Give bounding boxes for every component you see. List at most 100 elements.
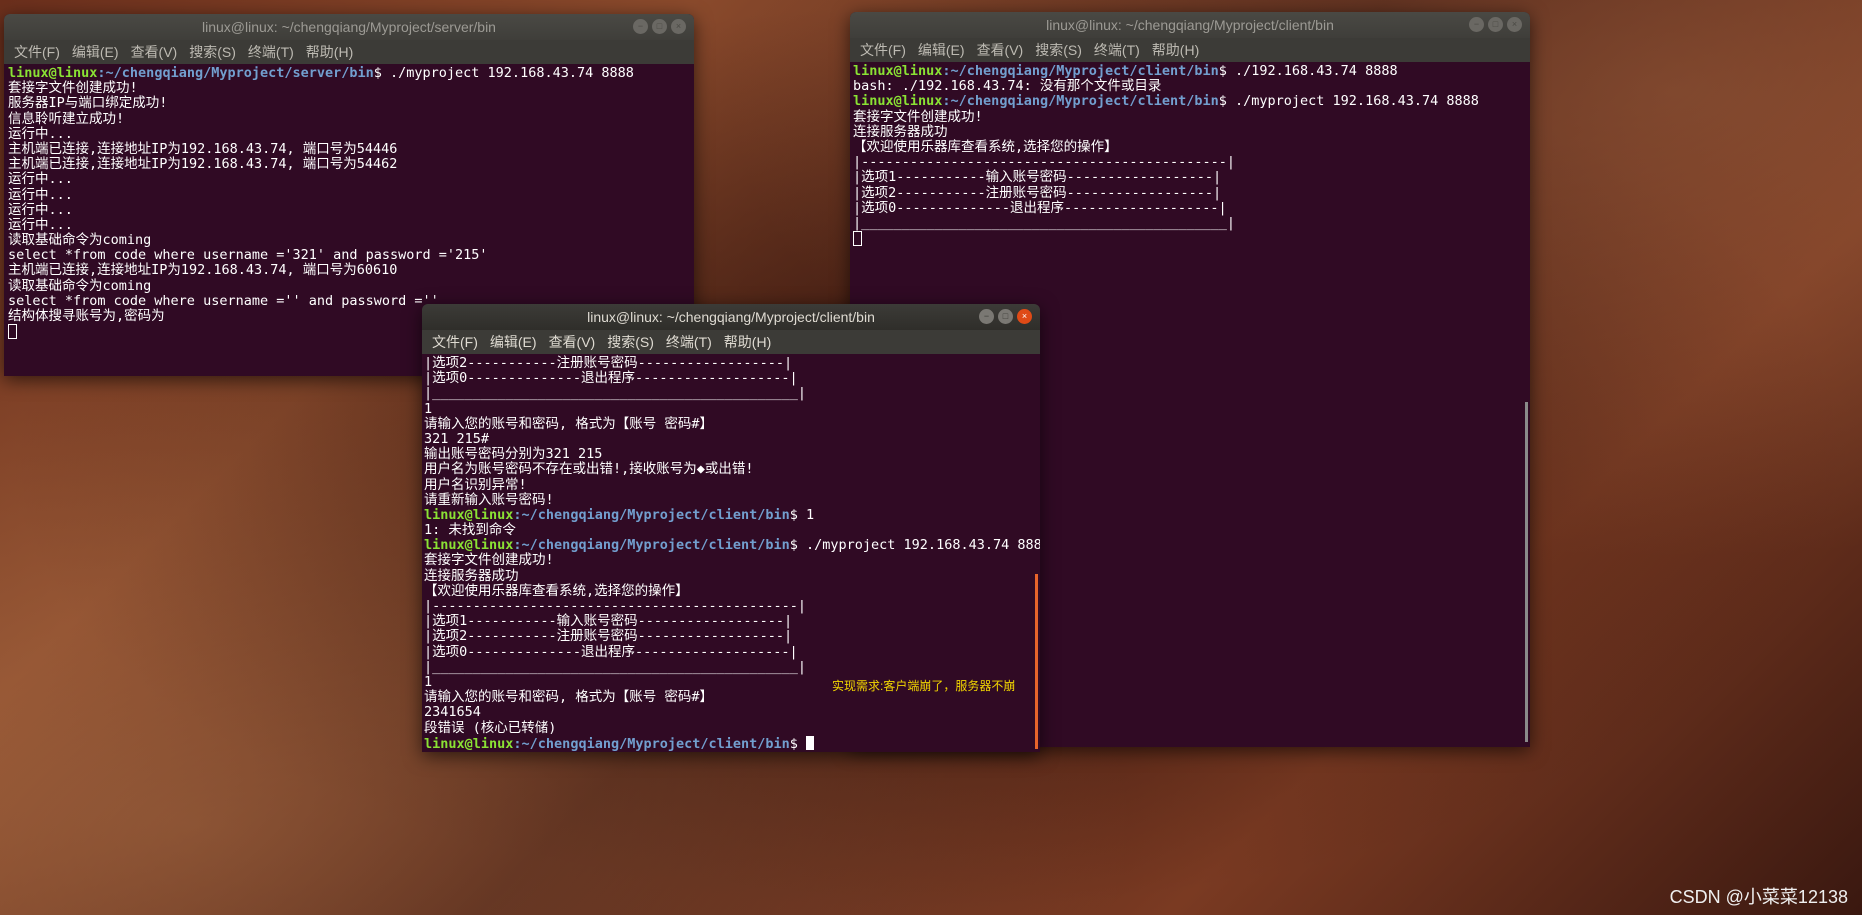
prompt-path: ~/chengqiang/Myproject/client/bin xyxy=(950,63,1219,79)
output-line: 运行中... xyxy=(8,125,73,142)
prompt-user: linux@linux xyxy=(853,93,943,110)
output-line: |选项2-----------注册账号密码------------------| xyxy=(424,355,793,371)
output-line: 【欢迎使用乐器库查看系统,选择您的操作】 xyxy=(424,582,689,599)
menu-terminal[interactable]: 终端(T) xyxy=(1088,40,1146,60)
prompt-line: linux@linux:~/chengqiang/Myproject/clien… xyxy=(853,63,1530,79)
menu-terminal[interactable]: 终端(T) xyxy=(242,42,300,62)
maximize-icon[interactable]: □ xyxy=(1488,17,1503,32)
output-line: 运行中... xyxy=(8,201,73,218)
minimize-icon[interactable]: − xyxy=(979,309,994,324)
menu-help[interactable]: 帮助(H) xyxy=(1146,40,1205,60)
menu-view[interactable]: 查看(V) xyxy=(543,332,602,352)
menu-file[interactable]: 文件(F) xyxy=(8,42,66,62)
minimize-icon[interactable]: − xyxy=(1469,17,1484,32)
output-line: |---------------------------------------… xyxy=(424,598,807,614)
output-line: 321 215# xyxy=(424,430,490,447)
close-icon[interactable]: × xyxy=(1017,309,1032,324)
prompt-user: linux@linux xyxy=(424,506,514,523)
prompt-separator: : xyxy=(942,93,951,110)
prompt-separator: : xyxy=(513,735,522,752)
prompt-user: linux@linux xyxy=(424,735,514,752)
maximize-icon[interactable]: □ xyxy=(998,309,1013,324)
server-titlebar[interactable]: linux@linux: ~/chengqiang/Myproject/serv… xyxy=(4,14,694,40)
prompt-line: linux@linux:~/chengqiang/Myproject/clien… xyxy=(424,735,1040,752)
prompt-separator: : xyxy=(97,65,106,81)
output-line: 用户名识别异常! xyxy=(424,476,527,493)
output-line: |_______________________________________… xyxy=(424,385,807,402)
prompt-command: $ xyxy=(789,735,807,752)
menu-search[interactable]: 搜索(S) xyxy=(601,332,660,352)
output-line: 运行中... xyxy=(8,216,73,233)
menu-view[interactable]: 查看(V) xyxy=(971,40,1030,60)
output-line: |选项0--------------退出程序------------------… xyxy=(424,643,798,660)
prompt-user: linux@linux xyxy=(853,63,943,79)
output-line: bash: ./192.168.43.74: 没有那个文件或目录 xyxy=(853,78,1162,95)
menu-search[interactable]: 搜索(S) xyxy=(183,42,242,62)
prompt-command: $ 1 xyxy=(789,506,815,523)
prompt-path: ~/chengqiang/Myproject/client/bin xyxy=(521,537,790,554)
output-line: 读取基础命令为coming xyxy=(8,232,152,249)
output-line: 服务器IP与端口绑定成功! xyxy=(8,95,168,112)
minimize-icon[interactable]: − xyxy=(633,19,648,34)
output-line: 套接字文件创建成功! xyxy=(424,552,554,569)
client-terminal-window-2[interactable]: linux@linux: ~/chengqiang/Myproject/clie… xyxy=(422,304,1040,752)
client2-window-title: linux@linux: ~/chengqiang/Myproject/clie… xyxy=(587,309,875,325)
cursor-line xyxy=(853,231,1530,247)
prompt-path: ~/chengqiang/Myproject/client/bin xyxy=(950,93,1219,110)
client1-scrollbar[interactable] xyxy=(1525,402,1528,742)
text-cursor xyxy=(8,324,17,340)
prompt-path: ~/chengqiang/Myproject/client/bin xyxy=(521,506,790,523)
prompt-separator: : xyxy=(942,63,951,79)
prompt-command: $ ./myproject 192.168.43.74 8888 xyxy=(373,65,634,81)
menu-file[interactable]: 文件(F) xyxy=(426,332,484,352)
client2-titlebar[interactable]: linux@linux: ~/chengqiang/Myproject/clie… xyxy=(422,304,1040,330)
menu-file[interactable]: 文件(F) xyxy=(854,40,912,60)
output-line: 连接服务器成功 xyxy=(853,123,948,140)
output-line: |选项1-----------输入账号密码------------------| xyxy=(853,169,1222,186)
client2-scrollbar[interactable] xyxy=(1035,574,1038,749)
prompt-user: linux@linux xyxy=(424,537,514,554)
menu-view[interactable]: 查看(V) xyxy=(125,42,184,62)
menu-edit[interactable]: 编辑(E) xyxy=(912,40,971,60)
menu-search[interactable]: 搜索(S) xyxy=(1029,40,1088,60)
menu-terminal[interactable]: 终端(T) xyxy=(660,332,718,352)
output-line: 段错误 (核心已转储) xyxy=(424,719,557,736)
output-line: 读取基础命令为coming xyxy=(8,277,152,294)
text-cursor xyxy=(806,735,815,750)
output-line: 请重新输入账号密码! xyxy=(424,491,554,508)
output-line: 主机端已连接,连接地址IP为192.168.43.74, 端口号为54462 xyxy=(8,156,398,173)
client1-titlebar[interactable]: linux@linux: ~/chengqiang/Myproject/clie… xyxy=(850,12,1530,38)
output-line: 主机端已连接,连接地址IP为192.168.43.74, 端口号为60610 xyxy=(8,262,398,279)
prompt-command: $ ./192.168.43.74 8888 xyxy=(1218,63,1398,79)
menu-help[interactable]: 帮助(H) xyxy=(718,332,777,352)
server-terminal-output[interactable]: linux@linux:~/chengqiang/Myproject/serve… xyxy=(4,64,694,340)
output-line: 套接字文件创建成功! xyxy=(8,80,138,97)
client1-terminal-output[interactable]: linux@linux:~/chengqiang/Myproject/clien… xyxy=(850,62,1530,247)
menu-help[interactable]: 帮助(H) xyxy=(300,42,359,62)
prompt-path: ~/chengqiang/Myproject/client/bin xyxy=(521,735,790,752)
output-line: 运行中... xyxy=(8,171,73,188)
output-line: |选项0--------------退出程序------------------… xyxy=(424,370,798,387)
output-line: |选项0--------------退出程序------------------… xyxy=(853,199,1227,216)
close-icon[interactable]: × xyxy=(671,19,686,34)
menu-edit[interactable]: 编辑(E) xyxy=(66,42,125,62)
menu-edit[interactable]: 编辑(E) xyxy=(484,332,543,352)
output-line: 主机端已连接,连接地址IP为192.168.43.74, 端口号为54446 xyxy=(8,140,398,157)
output-line: 请输入您的账号和密码, 格式为【账号 密码#】 xyxy=(424,415,714,432)
maximize-icon[interactable]: □ xyxy=(652,19,667,34)
output-line: 运行中... xyxy=(8,186,73,203)
prompt-path: ~/chengqiang/Myproject/server/bin xyxy=(105,65,374,81)
output-line: 连接服务器成功 xyxy=(424,567,519,584)
prompt-separator: : xyxy=(513,506,522,523)
output-line: |选项2-----------注册账号密码------------------| xyxy=(424,628,793,645)
prompt-line: linux@linux:~/chengqiang/Myproject/clien… xyxy=(424,506,1040,523)
annotation-note: 实现需求:客户端崩了，服务器不崩 xyxy=(832,679,1016,693)
output-line: |选项2-----------注册账号密码------------------| xyxy=(853,184,1222,201)
server-window-title: linux@linux: ~/chengqiang/Myproject/serv… xyxy=(202,19,496,35)
prompt-line: linux@linux:~/chengqiang/Myproject/clien… xyxy=(853,94,1530,109)
close-icon[interactable]: × xyxy=(1507,17,1522,32)
prompt-command: $ ./myproject 192.168.43.74 8888 xyxy=(789,537,1040,554)
server-menubar: 文件(F) 编辑(E) 查看(V) 搜索(S) 终端(T) 帮助(H) xyxy=(4,40,694,64)
output-line: |_______________________________________… xyxy=(853,214,1236,231)
output-line: 2341654 xyxy=(424,704,481,721)
